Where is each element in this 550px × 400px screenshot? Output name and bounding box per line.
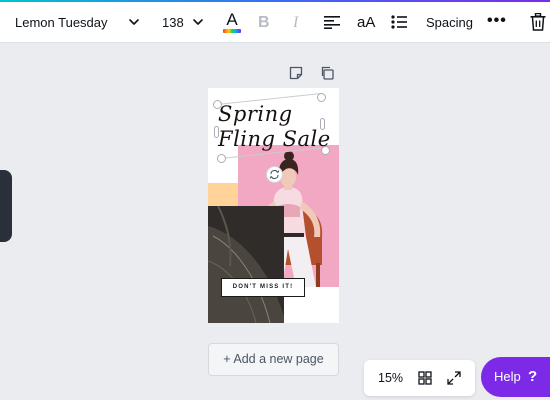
leaf-photo[interactable]	[208, 206, 284, 323]
rainbow-swatch-icon	[223, 29, 241, 33]
side-resize-handle[interactable]	[320, 118, 325, 130]
side-panel-toggle[interactable]	[0, 170, 12, 242]
duplicate-page-icon[interactable]	[320, 66, 334, 80]
resize-handle[interactable]	[321, 146, 330, 155]
page-notes-icon[interactable]	[289, 66, 303, 80]
fullscreen-icon[interactable]	[447, 371, 461, 385]
trash-icon[interactable]	[530, 13, 546, 31]
letter-case-button[interactable]: aA	[357, 2, 375, 43]
cta-box[interactable]: DON'T MISS IT!	[221, 278, 305, 297]
add-page-button[interactable]: + Add a new page	[208, 343, 339, 376]
question-mark-icon: ?	[528, 368, 538, 385]
more-options-button[interactable]: •••	[487, 2, 507, 43]
text-color-button[interactable]: A	[222, 10, 242, 36]
spacing-button[interactable]: Spacing	[426, 2, 473, 43]
text-toolbar: Lemon Tuesday 138 A B I aA Spacing •••	[0, 2, 550, 43]
chevron-down-icon[interactable]	[191, 15, 205, 29]
zoom-controls: 15%	[364, 360, 475, 396]
align-left-icon[interactable]	[324, 15, 340, 29]
help-label: Help	[494, 369, 521, 384]
text-color-letter: A	[226, 10, 238, 29]
help-button[interactable]: Help ?	[481, 357, 550, 397]
font-size-input[interactable]: 138	[162, 2, 184, 43]
rotate-icon	[269, 170, 280, 179]
zoom-level[interactable]: 15%	[378, 360, 403, 396]
resize-handle[interactable]	[217, 154, 226, 163]
chevron-down-icon[interactable]	[127, 15, 141, 29]
resize-handle[interactable]	[213, 100, 222, 109]
grid-view-icon[interactable]	[418, 371, 432, 385]
bold-button[interactable]: B	[258, 2, 270, 43]
font-family-dropdown[interactable]: Lemon Tuesday	[15, 2, 108, 43]
side-resize-handle[interactable]	[214, 126, 219, 138]
resize-handle[interactable]	[317, 93, 326, 102]
bullet-list-icon[interactable]	[391, 14, 407, 30]
cta-text: DON'T MISS IT!	[232, 284, 294, 290]
rotate-handle[interactable]	[266, 166, 283, 183]
italic-button[interactable]: I	[293, 2, 298, 43]
